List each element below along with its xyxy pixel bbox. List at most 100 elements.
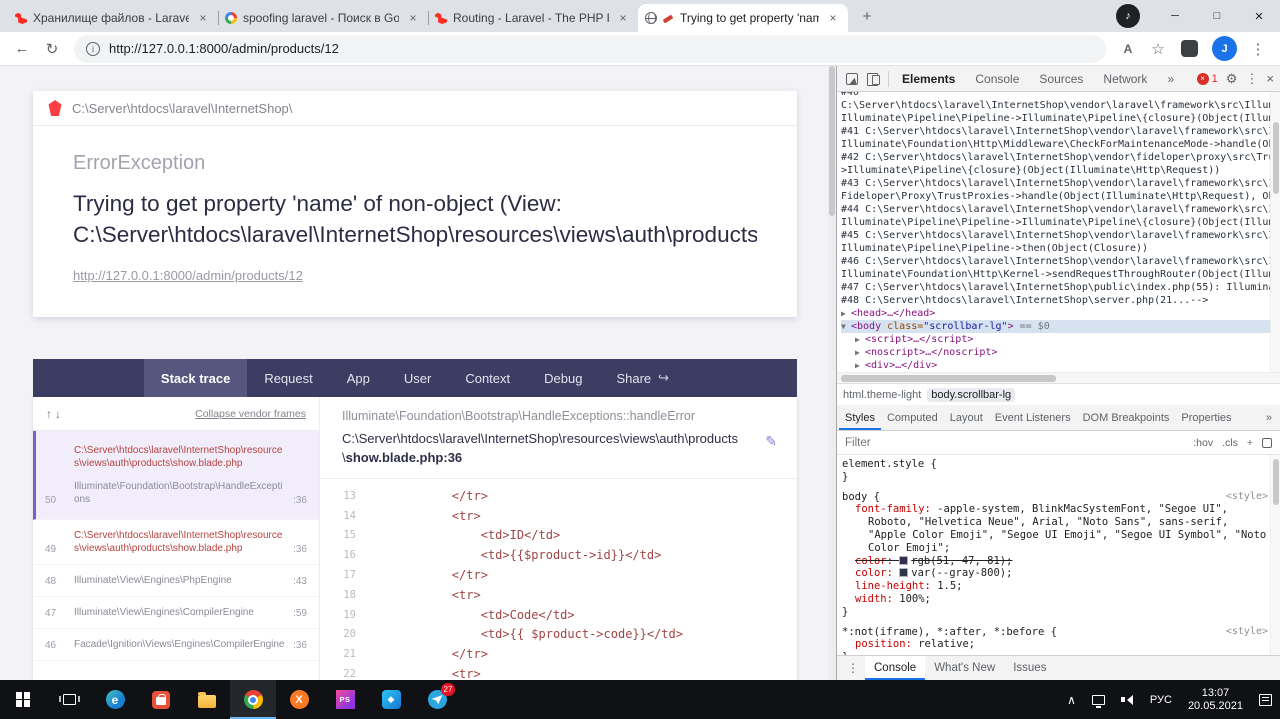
- tab-google-search[interactable]: spoofing laravel - Поиск в Goog ×: [218, 4, 428, 32]
- stack-text-line[interactable]: #40: [841, 92, 1280, 99]
- styles-filter-input[interactable]: [845, 436, 1186, 449]
- ignition-tab-request[interactable]: Request: [247, 359, 329, 397]
- class-toggle[interactable]: .cls: [1222, 437, 1238, 449]
- devtools-tab-network[interactable]: Network: [1096, 66, 1154, 91]
- open-in-editor-pencil-icon[interactable]: ✎: [765, 433, 777, 450]
- dom-node-head[interactable]: ▶ <head>…</head>: [841, 307, 1280, 320]
- subtab-dom-breakpoints[interactable]: DOM Breakpoints: [1077, 405, 1176, 430]
- body-style-rule[interactable]: <style> body { font-family: -apple-system…: [842, 491, 1268, 619]
- hover-state-toggle[interactable]: :hov: [1193, 437, 1213, 449]
- window-maximize-button[interactable]: □: [1196, 0, 1238, 32]
- stack-text-line[interactable]: Illuminate\Foundation\Http\Kernel->sendR…: [841, 268, 1280, 281]
- more-tabs-icon[interactable]: »: [1160, 66, 1181, 91]
- devtools-close-icon[interactable]: ×: [1266, 71, 1274, 86]
- devtools-tab-console[interactable]: Console: [968, 66, 1026, 91]
- stack-text-line[interactable]: #48 C:\Server\htdocs\laravel\InternetSho…: [841, 294, 1280, 307]
- new-tab-button[interactable]: +: [854, 3, 880, 29]
- ignition-tab-debug[interactable]: Debug: [527, 359, 599, 397]
- css-property[interactable]: font-family: -apple-system, BlinkMacSyst…: [842, 503, 1268, 554]
- breadcrumb-body[interactable]: body.scrollbar-lg: [927, 387, 1016, 402]
- site-info-icon[interactable]: i: [86, 41, 100, 56]
- taskbar-app-xampp[interactable]: X: [276, 680, 322, 719]
- horizontal-scrollbar-thumb[interactable]: [841, 375, 1056, 382]
- start-button[interactable]: [0, 680, 46, 719]
- stack-text-line[interactable]: Illuminate\Pipeline\Pipeline->Illuminate…: [841, 112, 1280, 125]
- ignition-tab-share[interactable]: Share ↪: [599, 359, 686, 397]
- dom-node-body-selected[interactable]: ▼ <body class="scrollbar-lg"> == $0: [841, 320, 1280, 333]
- taskbar-app-phpstorm[interactable]: PS: [322, 680, 368, 719]
- page-scrollbar-thumb[interactable]: [829, 66, 835, 216]
- stack-text-line[interactable]: Illuminate\Foundation\Http\Middleware\Ch…: [841, 138, 1280, 151]
- new-style-rule-button[interactable]: +: [1247, 437, 1253, 449]
- layout-grid-icon[interactable]: [1262, 437, 1272, 448]
- expand-arrow-icon[interactable]: ▶: [841, 307, 851, 320]
- css-property-overridden[interactable]: color: rgb(51, 47, 81);: [842, 555, 1268, 568]
- stack-text-line[interactable]: #41 C:\Server\htdocs\laravel\InternetSho…: [841, 125, 1280, 138]
- taskbar-app-store[interactable]: [138, 680, 184, 719]
- stack-frame-49[interactable]: 49 C:\Server\htdocs\laravel\InternetShop…: [33, 520, 319, 565]
- elements-scrollbar[interactable]: [1270, 92, 1280, 372]
- stack-text-line[interactable]: Fideloper\Proxy\TrustProxies->handle(Obj…: [841, 190, 1280, 203]
- stack-text-line[interactable]: Illuminate\Pipeline\Pipeline->then(Objec…: [841, 242, 1280, 255]
- css-property[interactable]: position: relative;: [842, 638, 1268, 651]
- universal-style-rule[interactable]: <style> *:not(iframe), *:after, *:before …: [842, 626, 1268, 655]
- elements-horizontal-scrollbar[interactable]: [837, 372, 1280, 383]
- css-property[interactable]: line-height: 1.5;: [842, 580, 1268, 593]
- dom-node-div[interactable]: ▶ <div>…</div>: [841, 359, 1280, 372]
- ignition-tab-user[interactable]: User: [387, 359, 448, 397]
- ignition-tab-app[interactable]: App: [330, 359, 387, 397]
- error-count-badge[interactable]: × 1: [1196, 72, 1218, 85]
- elements-scrollbar-thumb[interactable]: [1273, 122, 1279, 194]
- stack-text-line[interactable]: Illuminate\Pipeline\Pipeline->Illuminate…: [841, 216, 1280, 229]
- taskbar-app-explorer[interactable]: [184, 680, 230, 719]
- stack-text-line[interactable]: #45 C:\Server\htdocs\laravel\InternetSho…: [841, 229, 1280, 242]
- drawer-tab-console[interactable]: Console: [865, 656, 926, 680]
- style-origin-link[interactable]: <style>: [1226, 626, 1268, 639]
- tab-close-icon[interactable]: ×: [195, 10, 211, 26]
- collapse-vendor-frames-link[interactable]: Collapse vendor frames: [195, 408, 306, 420]
- page-scrollbar[interactable]: [828, 66, 836, 680]
- expand-arrow-icon[interactable]: ▶: [855, 346, 865, 359]
- dom-node-noscript[interactable]: ▶ <noscript>…</noscript>: [841, 346, 1280, 359]
- taskbar-clock[interactable]: 13:07 20.05.2021: [1180, 687, 1251, 713]
- expand-arrow-icon[interactable]: ▶: [855, 333, 865, 346]
- style-origin-link[interactable]: <style>: [1226, 491, 1268, 504]
- devtools-tab-elements[interactable]: Elements: [895, 66, 962, 91]
- bookmark-star-icon[interactable]: ☆: [1144, 35, 1172, 63]
- volume-icon[interactable]: [1113, 680, 1142, 719]
- device-toolbar-icon[interactable]: [867, 72, 880, 86]
- styles-scrollbar[interactable]: [1270, 455, 1280, 655]
- devtools-settings-gear-icon[interactable]: ⚙: [1226, 71, 1238, 87]
- drawer-tab-whats-new[interactable]: What's New: [925, 656, 1004, 680]
- action-center-icon[interactable]: [1251, 680, 1280, 719]
- stack-frame-47[interactable]: 47 Illuminate\View\Engines\CompilerEngin…: [33, 597, 319, 629]
- stack-text-line[interactable]: #47 C:\Server\htdocs\laravel\InternetSho…: [841, 281, 1280, 294]
- sort-down-icon[interactable]: ↓: [55, 407, 61, 421]
- drawer-tab-issues[interactable]: Issues: [1004, 656, 1055, 680]
- stack-text-line[interactable]: >Illuminate\Pipeline\{closure}(Object(Il…: [841, 164, 1280, 177]
- language-indicator[interactable]: РУС: [1142, 680, 1180, 719]
- dom-node-script[interactable]: ▶ <script>…</script>: [841, 333, 1280, 346]
- color-swatch[interactable]: [899, 555, 909, 565]
- address-bar[interactable]: i http://127.0.0.1:8000/admin/products/1…: [74, 34, 1106, 63]
- extension-icon[interactable]: [1181, 40, 1198, 57]
- breadcrumb-html[interactable]: html.theme-light: [843, 389, 921, 401]
- element-style-rule[interactable]: element.style { }: [842, 458, 1268, 484]
- window-close-button[interactable]: ×: [1238, 0, 1280, 32]
- color-swatch[interactable]: [899, 568, 909, 578]
- tab-close-icon[interactable]: ×: [615, 10, 631, 26]
- taskbar-app-blue[interactable]: ◆: [368, 680, 414, 719]
- ignition-tab-stack-trace[interactable]: Stack trace: [143, 359, 248, 397]
- subtab-styles[interactable]: Styles: [839, 405, 881, 430]
- request-url-link[interactable]: http://127.0.0.1:8000/admin/products/12: [73, 268, 303, 283]
- tab-file-storage[interactable]: Хранилище файлов - Laravel - P ×: [8, 4, 218, 32]
- stack-text-line[interactable]: #44 C:\Server\htdocs\laravel\InternetSho…: [841, 203, 1280, 216]
- tab-laravel-routing[interactable]: Routing - Laravel - The PHP Fram ×: [428, 4, 638, 32]
- stack-text-line[interactable]: #43 C:\Server\htdocs\laravel\InternetSho…: [841, 177, 1280, 190]
- devtools-tab-sources[interactable]: Sources: [1032, 66, 1090, 91]
- media-controls-button[interactable]: ♪: [1116, 4, 1140, 28]
- stack-frame-48[interactable]: 48 Illuminate\View\Engines\PhpEngine :43: [33, 565, 319, 597]
- stack-text-line[interactable]: #42 C:\Server\htdocs\laravel\InternetSho…: [841, 151, 1280, 164]
- drawer-menu-icon[interactable]: ⋮: [841, 656, 865, 680]
- sort-up-icon[interactable]: ↑: [46, 407, 52, 421]
